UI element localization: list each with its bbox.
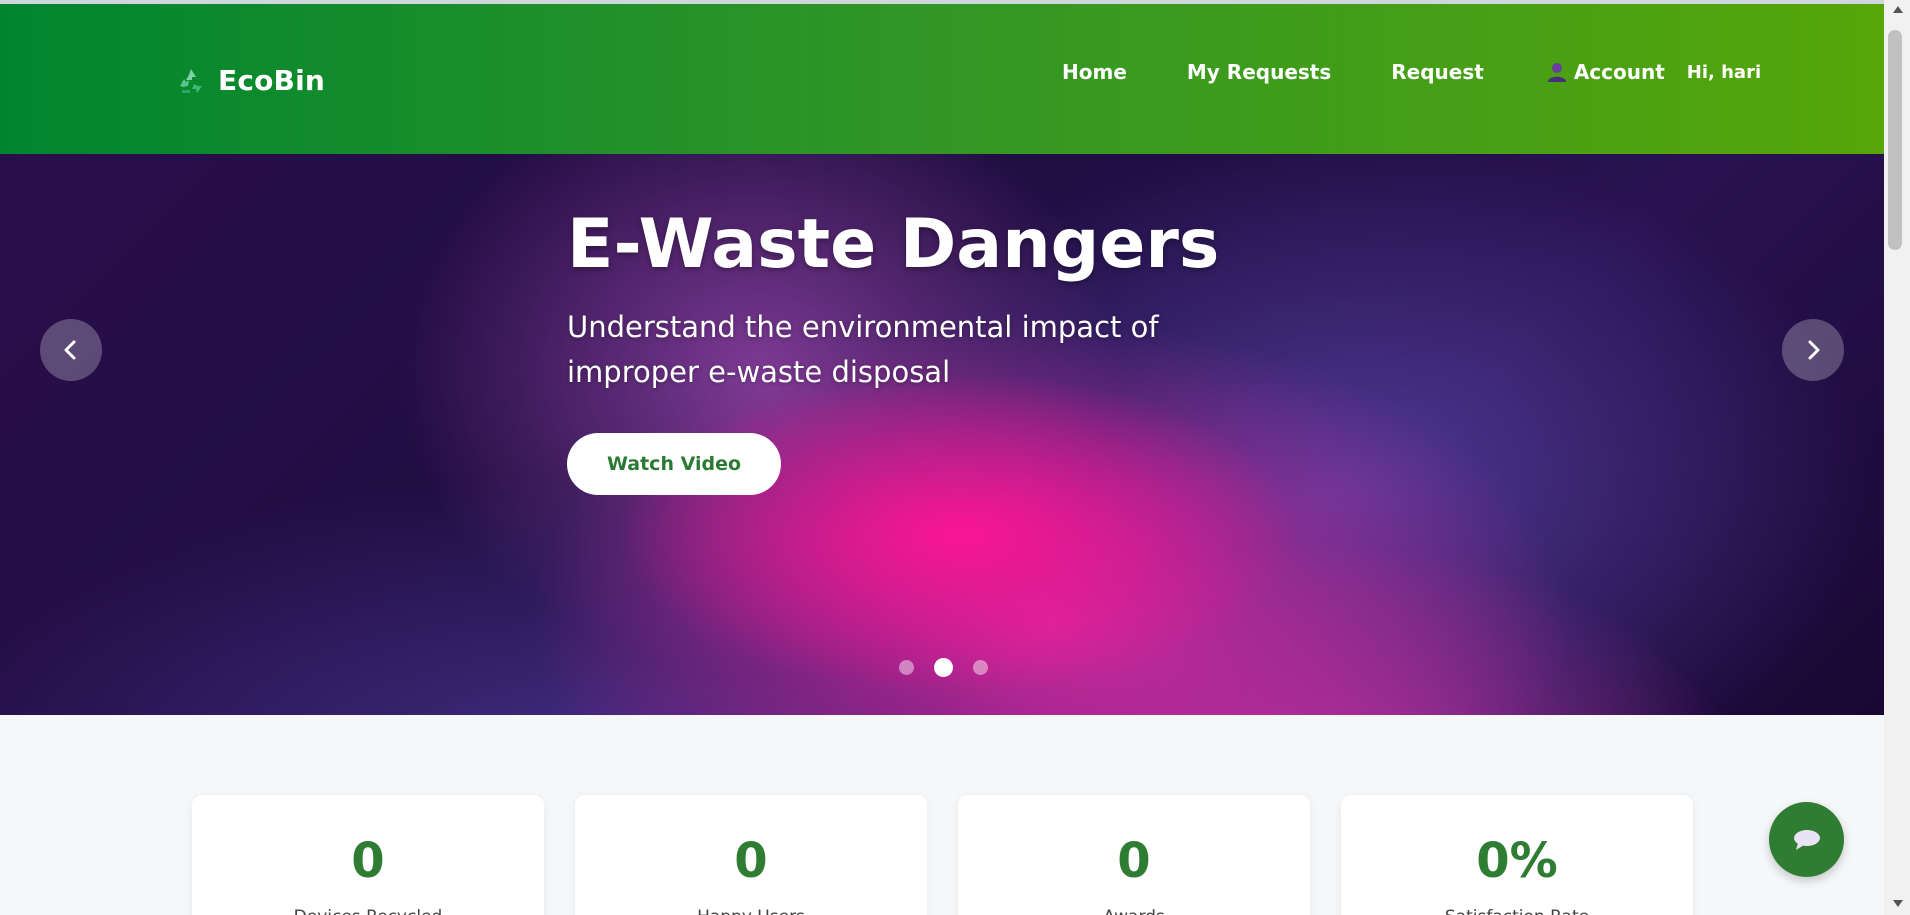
stat-value: 0% [1476,833,1558,889]
user-greeting: Hi, hari [1686,61,1762,83]
carousel-dot-2[interactable] [934,658,953,677]
stat-value: 0 [734,833,768,889]
page-scrollbar[interactable] [1884,0,1910,915]
carousel-dot-1[interactable] [899,660,914,675]
scrollbar-thumb[interactable] [1888,30,1902,250]
stat-label: Devices Recycled [192,907,544,915]
nav-request-link[interactable]: Request [1391,60,1484,84]
carousel-dot-3[interactable] [973,660,988,675]
stats-section: 0 Devices Recycled 0 Happy Users 0 Award… [192,795,1724,915]
hero-carousel: E-Waste Dangers Understand the environme… [0,154,1884,715]
hero-subtitle: Understand the environmental impact of i… [567,309,1159,389]
hero-caption: E-Waste Dangers Understand the environme… [567,205,1287,495]
carousel-indicators [899,658,1008,677]
brand-name: EcoBin [218,64,326,97]
nav-home-link[interactable]: Home [1062,60,1127,84]
nav-my-requests-link[interactable]: My Requests [1187,60,1331,84]
chevron-right-icon [1808,340,1820,360]
stat-value: 0 [1117,833,1151,889]
stat-card: 0% Satisfaction Rate [1341,795,1693,915]
recycle-icon [180,68,202,93]
chat-icon [1793,829,1820,850]
stat-label: Happy Users [575,907,927,915]
user-icon [1547,63,1566,82]
scroll-down-arrow-icon[interactable] [1893,900,1903,907]
stat-card: 0 Devices Recycled [192,795,544,915]
hero-title: E-Waste Dangers [567,205,1220,284]
stat-card: 0 Awards [958,795,1310,915]
chat-button[interactable] [1769,802,1844,877]
stat-value: 0 [351,833,385,889]
stat-card: 0 Happy Users [575,795,927,915]
site-header: EcoBin Home My Requests Request Account … [0,4,1884,154]
nav-account-label: Account [1573,60,1665,84]
brand-logo[interactable]: EcoBin [176,64,325,97]
main-nav: Home My Requests Request Account Hi, har… [1062,60,1761,84]
watch-video-button[interactable]: Watch Video [567,432,782,495]
stat-label: Awards [958,907,1310,915]
chevron-left-icon [64,340,76,360]
carousel-next-button[interactable] [1782,319,1844,381]
nav-account-link[interactable]: Account [1546,60,1665,84]
stat-label: Satisfaction Rate [1341,907,1693,915]
scroll-up-arrow-icon[interactable] [1893,6,1903,13]
carousel-prev-button[interactable] [40,319,102,381]
